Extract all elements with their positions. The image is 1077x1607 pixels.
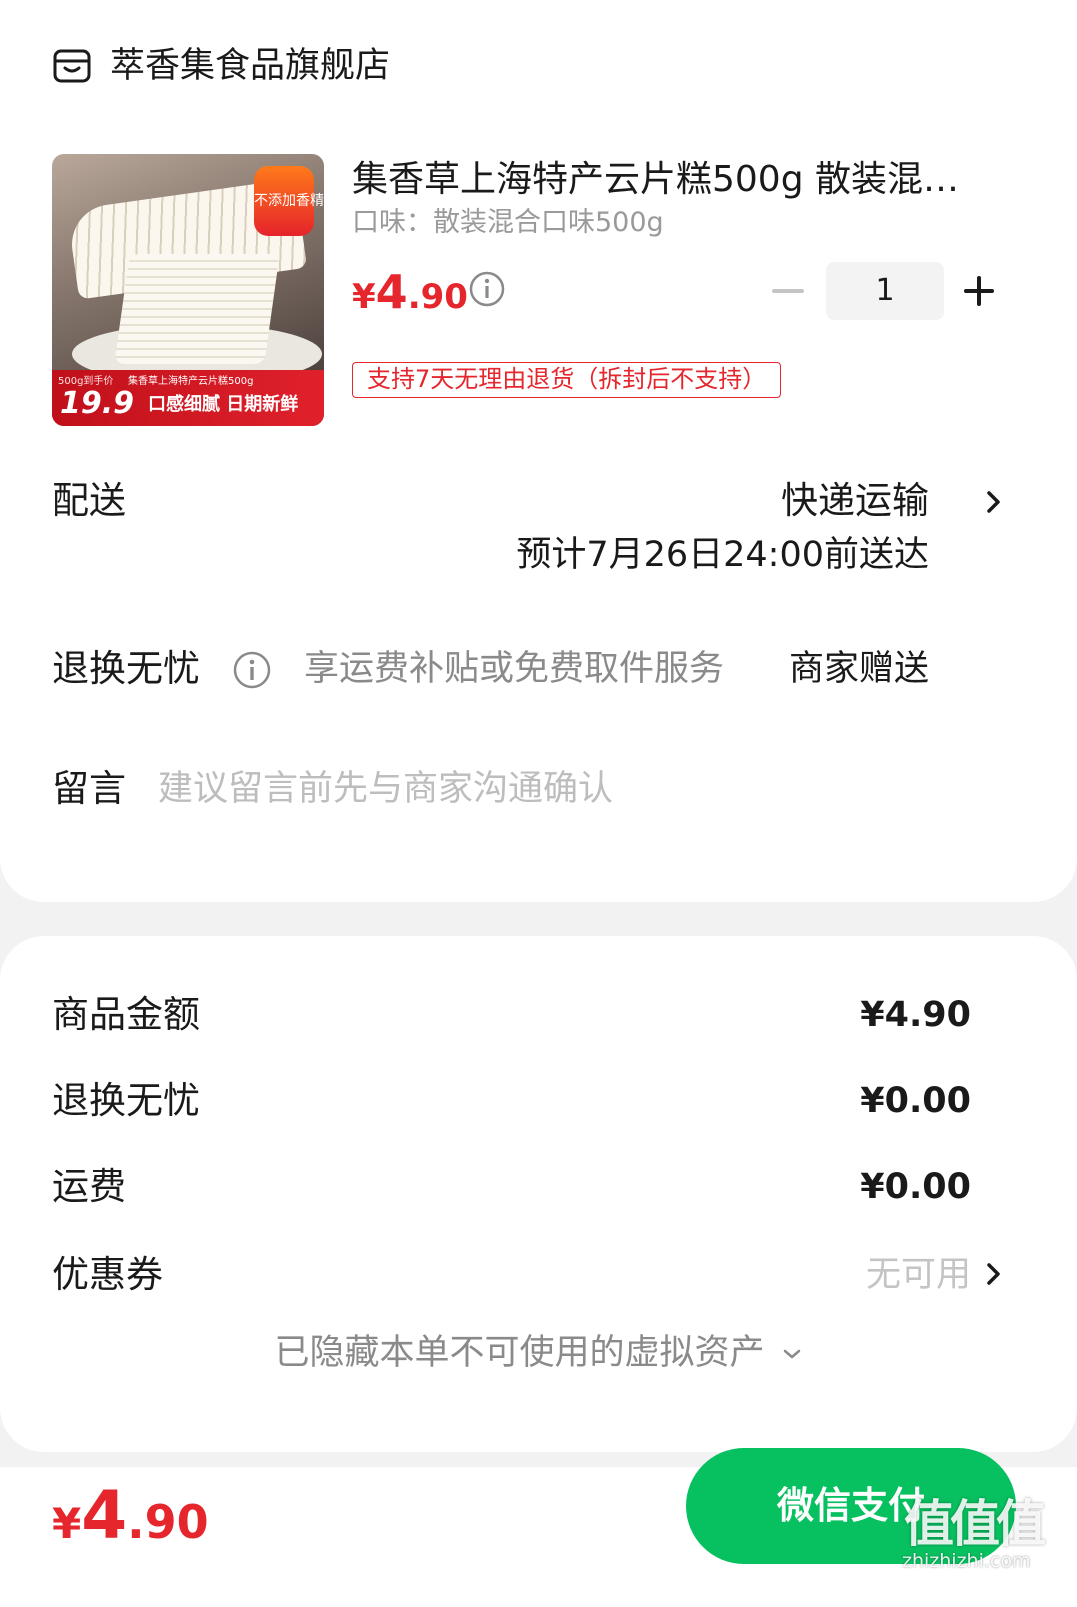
worry-free-gift: 商家赠送	[788, 649, 929, 689]
price-integer: 4	[375, 265, 408, 319]
goods-amount-label: 商品金额	[52, 993, 200, 1036]
quantity-increase-button[interactable]	[962, 274, 996, 308]
no-additive-badge: 不添加香精	[254, 166, 324, 236]
quantity-value[interactable]: 1	[826, 262, 944, 320]
coupon-value[interactable]: 无可用	[866, 1252, 971, 1298]
order-card: 萃香集食品旗舰店 不添加香精 500g到手价 集香草上海特产云片糕500g 19…	[0, 0, 1077, 902]
note-input[interactable]	[158, 766, 978, 812]
price-symbol: ¥	[352, 277, 376, 317]
product-image-banner: 500g到手价 集香草上海特产云片糕500g 19.9 口感细腻 日期新鲜	[52, 370, 324, 426]
worry-free-description: 享运费补贴或免费取件服务	[304, 649, 725, 689]
cake-stack-graphic	[114, 254, 280, 364]
chevron-right-icon[interactable]	[982, 1258, 1006, 1290]
shipping-label: 配送	[52, 479, 126, 522]
store-name[interactable]: 萃香集食品旗舰店	[110, 44, 390, 88]
hidden-assets-toggle[interactable]: 已隐藏本单不可使用的虚拟资产	[0, 1330, 1077, 1376]
coupon-label: 优惠券	[52, 1253, 163, 1296]
banner-price: 19.9	[60, 386, 135, 421]
goods-amount-value: ¥4.90	[860, 995, 971, 1035]
note-label: 留言	[52, 767, 126, 810]
total-price-integer: 4	[81, 1477, 128, 1554]
return-policy-tag: 支持7天无理由退货（拆封后不支持）	[352, 362, 782, 398]
worry-free-fee-label: 退换无忧	[52, 1079, 200, 1122]
store-icon	[53, 49, 91, 83]
info-icon[interactable]	[468, 270, 506, 308]
total-price-decimal: .90	[127, 1495, 209, 1549]
banner-product-name: 集香草上海特产云片糕500g	[128, 376, 254, 387]
info-icon[interactable]	[232, 650, 272, 690]
quantity-decrease-button[interactable]	[770, 276, 806, 306]
product-price: ¥4.90	[352, 266, 468, 329]
chevron-right-icon[interactable]	[982, 486, 1006, 518]
worry-free-fee-value: ¥0.00	[860, 1081, 971, 1121]
shipping-method[interactable]: 快递运输	[781, 478, 929, 524]
shipping-fee-label: 运费	[52, 1165, 126, 1208]
product-variant[interactable]: 口味：散装混合口味500g	[352, 206, 664, 240]
total-price-symbol: ¥	[52, 1499, 82, 1548]
shipping-eta: 预计7月26日24:00前送达	[516, 535, 929, 575]
total-price: ¥4.90	[52, 1483, 209, 1565]
price-decimal: .90	[407, 277, 468, 317]
worry-free-label: 退换无忧	[52, 647, 200, 690]
wechat-pay-button[interactable]: 微信支付	[686, 1448, 1016, 1564]
product-image[interactable]: 不添加香精 500g到手价 集香草上海特产云片糕500g 19.9 口感细腻 日…	[52, 154, 324, 426]
banner-price-label: 500g到手价	[58, 376, 114, 387]
shipping-fee-value: ¥0.00	[860, 1167, 971, 1207]
product-title[interactable]: 集香草上海特产云片糕500g 散装混…	[352, 158, 992, 202]
hidden-assets-text: 已隐藏本单不可使用的虚拟资产	[274, 1333, 765, 1373]
chevron-down-icon	[783, 1349, 800, 1359]
banner-slogan: 口感细腻 日期新鲜	[148, 394, 299, 415]
